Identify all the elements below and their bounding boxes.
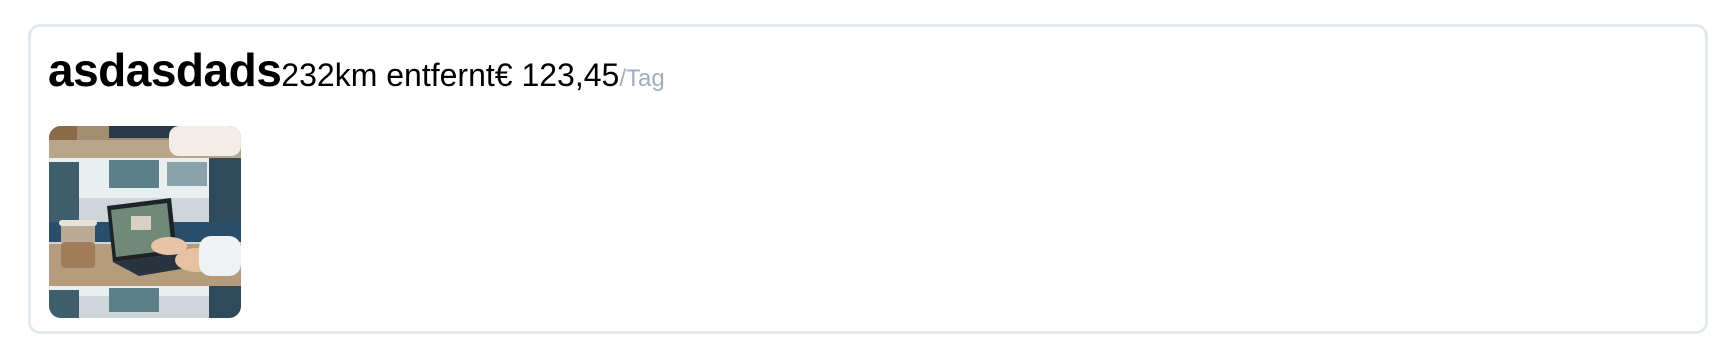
listing-title: asdasdads xyxy=(48,44,282,96)
listing-header: asdasdads 232km entfernt € 123,45 /Tag xyxy=(48,43,665,97)
laptop-cafe-photo-icon xyxy=(49,126,241,318)
listing-price-unit: /Tag xyxy=(619,65,665,92)
listing-price: € 123,45 xyxy=(494,57,620,93)
listing-distance: 232km entfernt xyxy=(281,57,495,93)
listing-card[interactable]: asdasdads 232km entfernt € 123,45 /Tag xyxy=(28,24,1708,334)
listing-image[interactable] xyxy=(49,126,241,318)
